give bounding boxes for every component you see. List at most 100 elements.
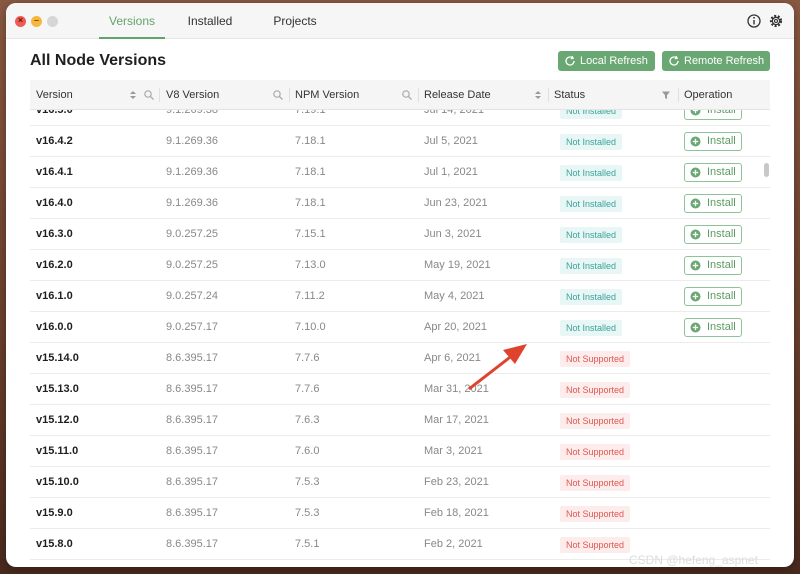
- cell-release-date: May 19, 2021: [424, 259, 491, 271]
- table-row: v16.3.0 9.0.257.25 7.15.1 Jun 3, 2021 Not In…: [30, 219, 770, 250]
- plus-circle-icon: [690, 229, 701, 240]
- column-divider: [678, 88, 679, 102]
- status-badge: Not Supported: [560, 351, 631, 367]
- info-icon[interactable]: [746, 13, 762, 29]
- cell-version: v16.4.0: [36, 197, 73, 209]
- table-row: v15.10.0 8.6.395.17 7.5.3 Feb 23, 2021 Not S…: [30, 467, 770, 498]
- cell-release-date: Feb 23, 2021: [424, 476, 489, 488]
- tab-installed[interactable]: Installed: [182, 3, 238, 39]
- local-refresh-label: Local Refresh: [580, 55, 648, 67]
- cell-v8-version: 9.0.257.17: [166, 321, 218, 333]
- table-row: v15.12.0 8.6.395.17 7.6.3 Mar 17, 2021 Not S…: [30, 405, 770, 436]
- cell-npm-version: 7.6.3: [295, 414, 320, 426]
- column-divider: [548, 88, 549, 102]
- minimize-window-button[interactable]: –: [31, 15, 42, 27]
- table-header: Version V8 Version NPM Version Release D…: [30, 80, 770, 110]
- search-icon[interactable]: [143, 89, 155, 101]
- remote-refresh-label: Remote Refresh: [684, 55, 765, 67]
- column-header-release-date[interactable]: Release Date: [424, 80, 491, 110]
- column-header-npm[interactable]: NPM Version: [295, 80, 359, 110]
- search-icon[interactable]: [272, 89, 284, 101]
- table-row: v15.14.0 8.6.395.17 7.7.6 Apr 6, 2021 Not Su…: [30, 343, 770, 374]
- cell-npm-version: 7.18.1: [295, 135, 326, 147]
- status-badge: Not Supported: [560, 413, 631, 429]
- cell-v8-version: 9.1.269.36: [166, 197, 218, 209]
- cell-v8-version: 9.1.269.36: [166, 135, 218, 147]
- install-button[interactable]: Install: [684, 163, 742, 182]
- cell-npm-version: 7.7.6: [295, 383, 320, 395]
- install-label: Install: [707, 290, 736, 302]
- cell-version: v15.14.0: [36, 352, 79, 364]
- table-row: v15.11.0 8.6.395.17 7.6.0 Mar 3, 2021 Not Su…: [30, 436, 770, 467]
- column-header-version[interactable]: Version: [36, 80, 73, 110]
- zoom-window-button[interactable]: [47, 16, 58, 27]
- install-label: Install: [707, 259, 736, 271]
- cell-v8-version: 8.6.395.17: [166, 538, 218, 550]
- cell-npm-version: 7.6.0: [295, 445, 320, 457]
- status-badge: Not Supported: [560, 382, 631, 398]
- cell-npm-version: 7.10.0: [295, 321, 326, 333]
- tab-versions[interactable]: Versions: [99, 3, 165, 39]
- status-badge: Not Installed: [560, 134, 623, 150]
- app-window: × – Versions Installed Projects All Node…: [6, 3, 794, 567]
- local-refresh-button[interactable]: Local Refresh: [558, 51, 655, 71]
- status-badge: Not Installed: [560, 320, 623, 336]
- status-badge: Not Supported: [560, 475, 631, 491]
- column-header-status[interactable]: Status: [554, 80, 585, 110]
- install-button[interactable]: Install: [684, 318, 742, 337]
- refresh-icon: [565, 55, 575, 66]
- cell-version: v15.12.0: [36, 414, 79, 426]
- install-label: Install: [707, 321, 736, 333]
- close-window-button[interactable]: ×: [15, 15, 26, 27]
- install-button[interactable]: Install: [684, 225, 742, 244]
- scrollbar-thumb[interactable]: [764, 163, 769, 177]
- cell-release-date: Mar 17, 2021: [424, 414, 489, 426]
- sort-icon[interactable]: [532, 89, 544, 101]
- install-button[interactable]: Install: [684, 194, 742, 213]
- cell-version: v16.4.1: [36, 166, 73, 178]
- cell-version: v15.8.0: [36, 538, 73, 550]
- table-row: v15.13.0 8.6.395.17 7.7.6 Mar 31, 2021 Not S…: [30, 374, 770, 405]
- column-divider: [289, 88, 290, 102]
- cell-npm-version: 7.15.1: [295, 228, 326, 240]
- cell-release-date: Apr 20, 2021: [424, 321, 487, 333]
- column-header-v8[interactable]: V8 Version: [166, 80, 219, 110]
- cell-version: v16.1.0: [36, 290, 73, 302]
- install-button[interactable]: Install: [684, 287, 742, 306]
- minus-icon: –: [33, 15, 39, 25]
- plus-circle-icon: [690, 260, 701, 271]
- table-row: v16.4.1 9.1.269.36 7.18.1 Jul 1, 2021 Not In…: [30, 157, 770, 188]
- install-label: Install: [707, 166, 736, 178]
- plus-circle-icon: [690, 322, 701, 333]
- plus-circle-icon: [690, 136, 701, 147]
- cell-npm-version: 7.7.6: [295, 352, 320, 364]
- cell-release-date: Mar 31, 2021: [424, 383, 489, 395]
- install-label: Install: [707, 228, 736, 240]
- cell-npm-version: 7.18.1: [295, 166, 326, 178]
- cell-v8-version: 8.6.395.17: [166, 507, 218, 519]
- cell-v8-version: 8.6.395.17: [166, 352, 218, 364]
- filter-icon[interactable]: [660, 89, 672, 101]
- cell-release-date: Jun 3, 2021: [424, 228, 482, 240]
- cell-v8-version: 8.6.395.17: [166, 383, 218, 395]
- install-button[interactable]: Install: [684, 132, 742, 151]
- status-badge: Not Supported: [560, 444, 631, 460]
- titlebar: × – Versions Installed Projects: [6, 3, 794, 39]
- cell-version: v16.3.0: [36, 228, 73, 240]
- cell-npm-version: 7.5.3: [295, 476, 320, 488]
- search-icon[interactable]: [401, 89, 413, 101]
- status-badge: Not Supported: [560, 506, 631, 522]
- cell-release-date: Feb 18, 2021: [424, 507, 489, 519]
- column-divider: [159, 88, 160, 102]
- install-button[interactable]: Install: [684, 256, 742, 275]
- table-row: v16.4.0 9.1.269.36 7.18.1 Jun 23, 2021 Not I…: [30, 188, 770, 219]
- gear-icon[interactable]: [768, 13, 784, 29]
- sort-icon[interactable]: [127, 89, 139, 101]
- watermark: CSDN @hefeng_aspnet: [629, 553, 758, 567]
- cell-v8-version: 8.6.395.17: [166, 476, 218, 488]
- tab-projects[interactable]: Projects: [268, 3, 322, 39]
- table-row: v16.2.0 9.0.257.25 7.13.0 May 19, 2021 Not I…: [30, 250, 770, 281]
- cell-release-date: May 4, 2021: [424, 290, 485, 302]
- cell-version: v16.2.0: [36, 259, 73, 271]
- remote-refresh-button[interactable]: Remote Refresh: [662, 51, 770, 71]
